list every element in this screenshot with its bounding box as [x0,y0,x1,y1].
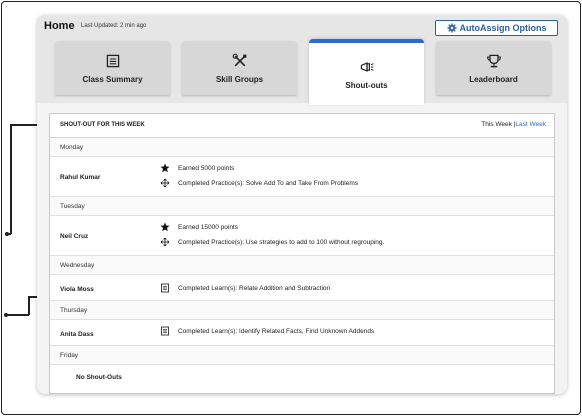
last-updated-text: Last Updated: 2 min ago [81,23,147,29]
day-header-thursday: Thursday [50,301,554,320]
autoassign-label: AutoAssign Options [459,23,547,33]
week-filter: This Week |Last Week [481,121,546,128]
tab-class-summary[interactable]: Class Summary [55,41,170,95]
day-label: Friday [60,352,79,359]
autoassign-options-button[interactable]: AutoAssign Options [435,20,558,36]
entry-text: Earned 15000 points [178,223,238,231]
entry-text: Completed Learn(s): Identify Related Fac… [178,327,375,335]
student-name: Rahul Kumar [60,174,101,181]
tools-icon [232,53,246,66]
tab-label: Shout-outs [345,80,388,90]
megaphone-icon [360,61,374,72]
tab-leaderboard[interactable]: Leaderboard [436,41,551,95]
entry-text: Completed Practice(s): Use strategies to… [178,238,385,246]
student-row-anita: Anita Dass Completed Learn(s): Identify … [50,320,554,346]
day-label: Tuesday [60,203,85,210]
student-row-viola: Viola Moss Completed Learn(s): Relate Ad… [50,275,554,301]
day-header-monday: Monday [50,138,554,157]
shout-out-entry: Completed Learn(s): Relate Addition and … [160,283,330,293]
tab-label: Skill Groups [215,74,264,84]
this-week-link[interactable]: This Week [481,121,512,128]
entry-text: Earned 5000 points [178,164,235,172]
header: Home Last Updated: 2 min ago AutoAssign … [37,15,567,105]
document-icon [161,326,169,336]
move-arrows-icon [160,178,170,188]
callout-line-top-stub [5,233,11,235]
star-icon [160,222,170,232]
student-name: Viola Moss [60,286,94,293]
trophy-icon [486,54,501,67]
shout-out-entry: Completed Learn(s): Identify Related Fac… [160,326,374,336]
page-title: Home [44,20,75,32]
entry-text: Completed Learn(s): Relate Addition and … [178,284,331,292]
student-name: Neil Cruz [60,233,89,240]
panel-title: SHOUT-OUT FOR THIS WEEK [60,122,145,128]
callout-line-top-vertical [10,124,12,234]
list-icon [106,54,119,67]
shout-out-entry: Earned 5000 points [160,163,234,173]
gear-icon [447,23,456,33]
no-shout-outs-text: No Shout-Outs [76,374,122,381]
day-label: Monday [60,144,84,151]
shout-out-entry: Completed Practice(s): Use strategies to… [160,237,384,247]
shout-outs-panel: SHOUT-OUT FOR THIS WEEK This Week |Last … [49,113,555,394]
student-name: Anita Dass [60,331,94,338]
day-header-friday: Friday [50,346,554,365]
entry-text: Completed Practice(s): Solve Add To and … [178,179,359,187]
callout-line-mid-vertical [28,296,30,315]
panel-header: SHOUT-OUT FOR THIS WEEK This Week |Last … [50,114,554,138]
tab-label: Class Summary [82,74,143,84]
callout-endpoint-mid [4,313,8,317]
last-week-link[interactable]: Last Week [515,121,546,128]
tab-skill-groups[interactable]: Skill Groups [182,41,297,95]
no-shout-outs-row: No Shout-Outs [50,365,554,391]
shout-out-entry: Completed Practice(s): Solve Add To and … [160,178,358,188]
student-row-neil: Neil Cruz Earned 15000 points Completed … [50,216,554,256]
day-label: Wednesday [60,262,95,269]
document-icon [161,283,169,293]
day-header-tuesday: Tuesday [50,197,554,216]
move-arrows-icon [160,237,170,247]
tab-label: Leaderboard [469,74,518,84]
student-row-rahul: Rahul Kumar Earned 5000 points Completed… [50,157,554,197]
star-icon [160,163,170,173]
tab-shout-outs[interactable]: Shout-outs [309,39,424,105]
day-label: Thursday [60,307,88,314]
shout-out-entry: Earned 15000 points [160,222,238,232]
day-header-wednesday: Wednesday [50,256,554,275]
callout-line-mid-stub [5,314,29,316]
dashboard-card: Home Last Updated: 2 min ago AutoAssign … [37,15,567,394]
